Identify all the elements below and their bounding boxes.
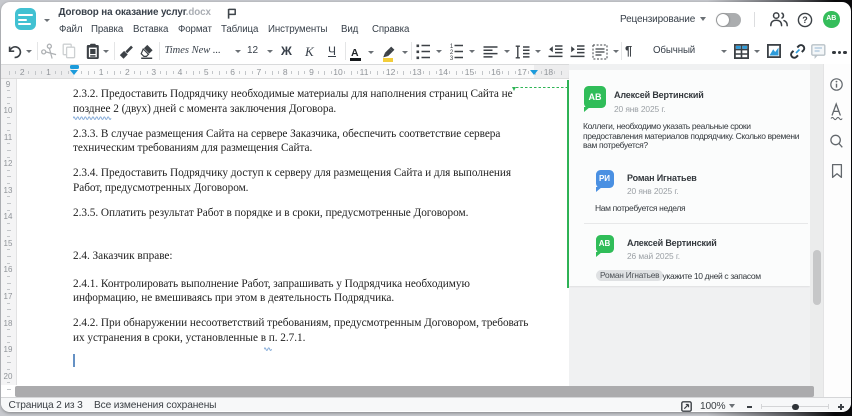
svg-text:3: 3 xyxy=(450,56,454,62)
svg-text:?: ? xyxy=(802,15,808,25)
